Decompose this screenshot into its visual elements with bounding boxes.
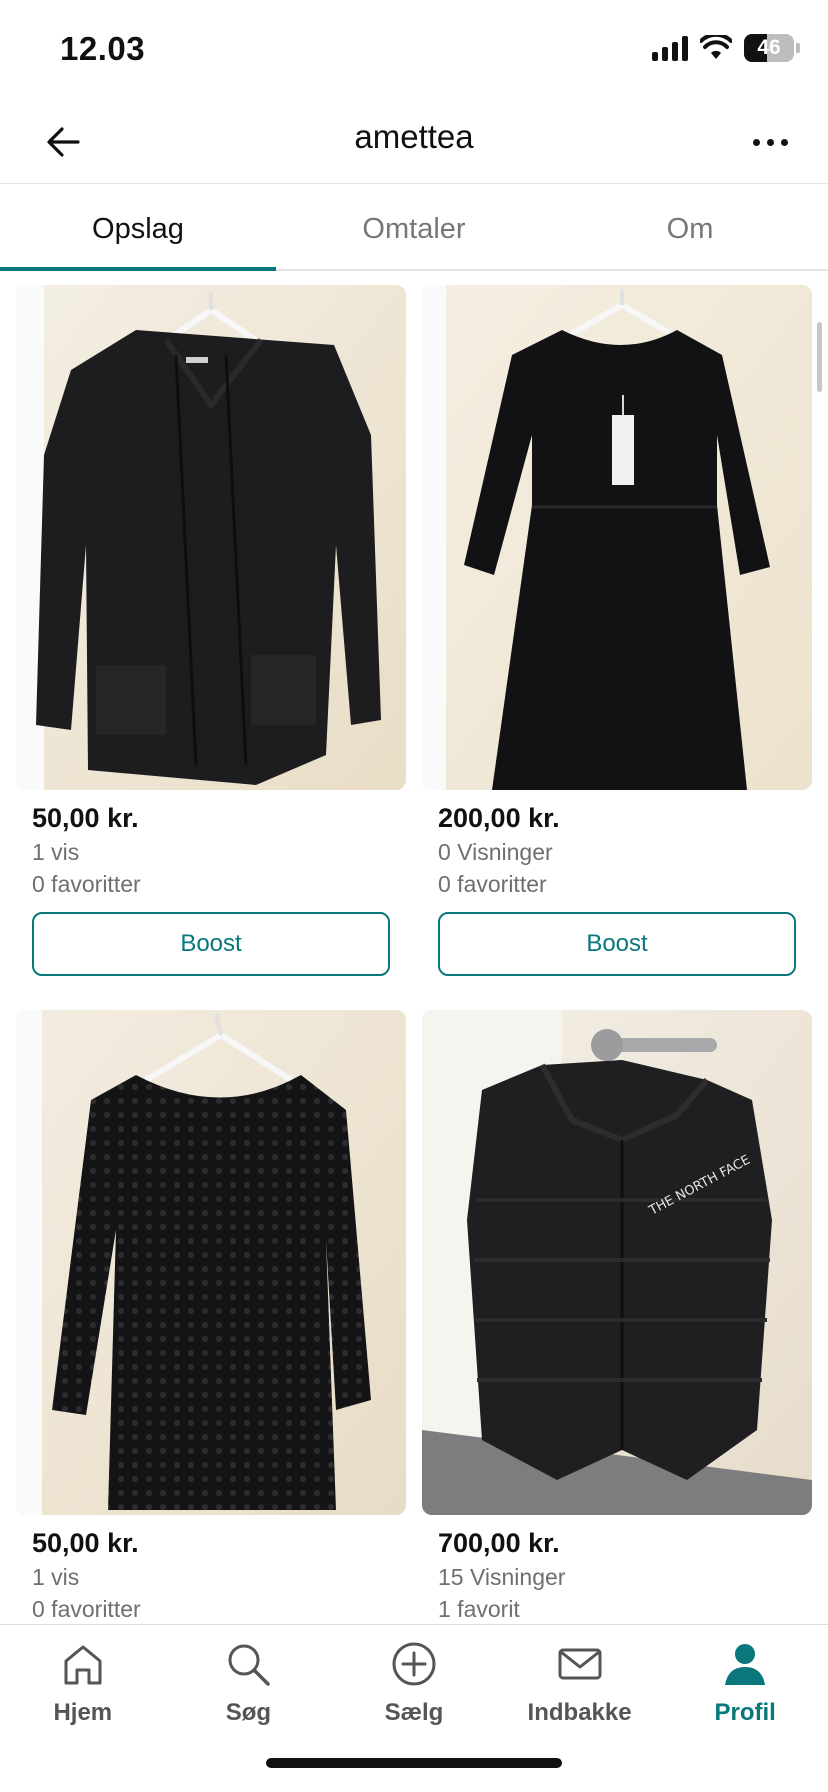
nav-label: Profil (714, 1699, 776, 1726)
cardigan-photo (16, 285, 406, 790)
boost-button[interactable]: Boost (438, 912, 796, 976)
nav-label: Sælg (384, 1699, 444, 1726)
listing-card[interactable]: 50,00 kr. 1 vis 0 favoritter (16, 1010, 406, 1625)
more-options-button[interactable] (742, 114, 798, 170)
more-horizontal-icon (752, 138, 760, 146)
listing-image[interactable] (422, 285, 812, 790)
listing-price: 700,00 kr. (438, 1528, 560, 1558)
listing-card[interactable]: 50,00 kr. 1 vis 0 favoritter Boost (16, 285, 406, 976)
home-indicator[interactable] (266, 1758, 562, 1768)
search-icon (228, 1644, 271, 1686)
listing-price: 200,00 kr. (438, 803, 560, 833)
nav-inbox[interactable]: Indbakke (497, 1639, 663, 1727)
status-icons: 46 (652, 34, 800, 62)
listing-image[interactable] (16, 285, 406, 790)
battery-level: 46 (757, 36, 781, 59)
listing-favorites: 0 favoritter (32, 871, 141, 897)
listing-info: 50,00 kr. 1 vis 0 favoritter Boost (16, 790, 406, 976)
bottom-navigation: Hjem Søg Sælg Indbakke Profil (0, 1624, 828, 1792)
battery-icon: 46 (744, 34, 800, 62)
profile-icon (725, 1644, 766, 1685)
tab-omtaler[interactable]: Omtaler (276, 185, 552, 269)
tab-om[interactable]: Om (552, 185, 828, 269)
listing-info: 200,00 kr. 0 Visninger 0 favoritter Boos… (422, 790, 812, 976)
tab-opslag[interactable]: Opslag (0, 185, 276, 271)
listing-card[interactable]: 200,00 kr. 0 Visninger 0 favoritter Boos… (422, 285, 812, 976)
nav-profile[interactable]: Profil (662, 1639, 828, 1727)
lace-top-photo (16, 1010, 406, 1515)
nav-home[interactable]: Hjem (0, 1639, 166, 1727)
listing-image[interactable]: THE NORTH FACE (422, 1010, 812, 1515)
cellular-signal-icon (652, 35, 688, 61)
listing-price: 50,00 kr. (32, 1528, 139, 1558)
profile-tabs: Opslag Omtaler Om (0, 185, 828, 271)
page-title: amettea (354, 118, 474, 155)
home-icon (64, 1645, 102, 1685)
app-screen: 12.03 46 amettea Opslag Omtaler Om 50,00… (0, 0, 828, 1792)
listing-favorites: 0 favoritter (438, 871, 547, 897)
listing-price: 50,00 kr. (32, 803, 139, 833)
status-time: 12.03 (60, 30, 146, 67)
boost-button[interactable]: Boost (32, 912, 390, 976)
status-bar: 12.03 46 (0, 0, 828, 100)
listing-image[interactable] (16, 1010, 406, 1515)
listing-views: 1 vis (32, 839, 80, 865)
listing-info: 700,00 kr. 15 Visninger 1 favorit (422, 1515, 812, 1625)
listing-views: 1 vis (32, 1564, 80, 1590)
listing-card[interactable]: THE NORTH FACE 700,00 kr. 15 Visninger 1… (422, 1010, 812, 1625)
mail-icon (558, 1648, 602, 1680)
scrollbar[interactable] (817, 322, 822, 392)
nav-label: Hjem (53, 1699, 113, 1726)
listing-views: 0 Visninger (438, 839, 553, 865)
listing-favorites: 0 favoritter (32, 1596, 141, 1622)
dress-photo (422, 285, 812, 790)
listing-views: 15 Visninger (438, 1564, 566, 1590)
top-header: amettea (0, 100, 828, 184)
nav-sell[interactable]: Sælg (331, 1639, 497, 1727)
listing-favorites: 1 favorit (438, 1596, 520, 1622)
wifi-icon (700, 35, 732, 59)
plus-circle-icon (392, 1642, 436, 1686)
nav-label: Indbakke (527, 1699, 632, 1726)
puffer-vest-photo: THE NORTH FACE (422, 1010, 812, 1515)
nav-search[interactable]: Søg (166, 1639, 332, 1727)
listing-info: 50,00 kr. 1 vis 0 favoritter (16, 1515, 406, 1625)
nav-label: Søg (225, 1699, 272, 1726)
